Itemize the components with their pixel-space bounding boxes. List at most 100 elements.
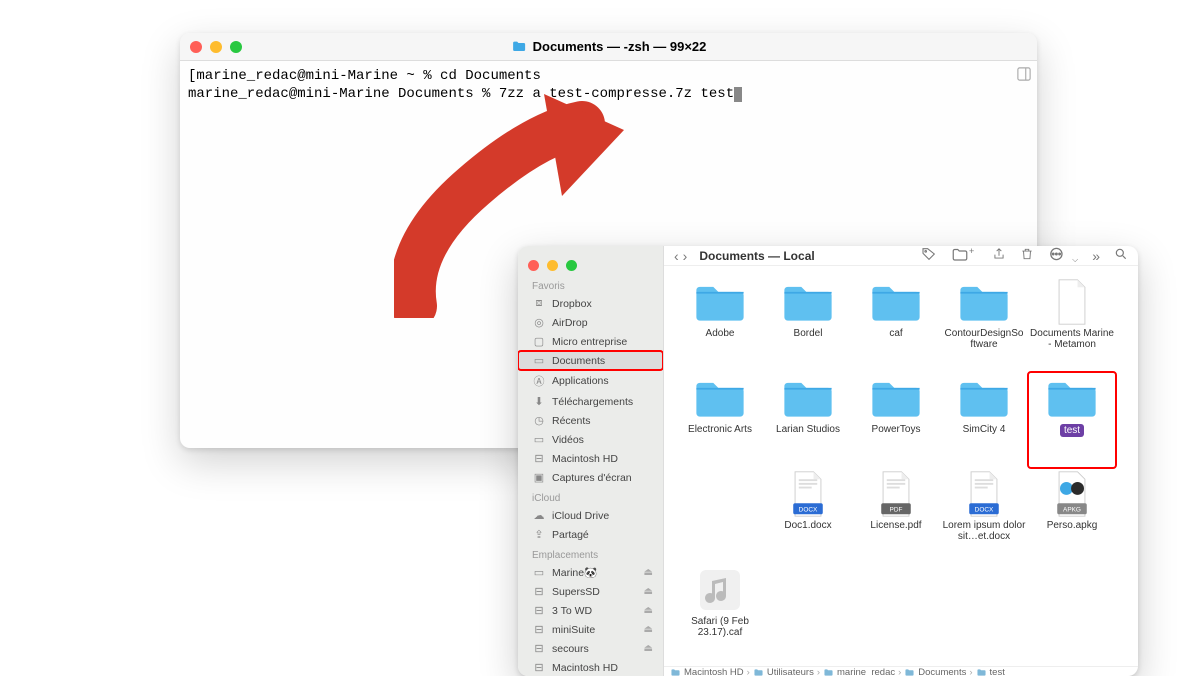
sidebar-label: 3 To WD bbox=[552, 605, 592, 617]
sidebar-item-airdrop[interactable]: ◎AirDrop bbox=[518, 313, 663, 332]
sidebar-label: Téléchargements bbox=[552, 396, 633, 408]
sidebar-item-vid-os[interactable]: ▭Vidéos bbox=[518, 430, 663, 449]
grid-item[interactable]: PDFLicense.pdf bbox=[852, 468, 940, 564]
disk-icon: ⊟ bbox=[532, 452, 546, 465]
grid-item[interactable]: SimCity 4 bbox=[940, 372, 1028, 468]
share-icon[interactable] bbox=[992, 246, 1006, 265]
sidebar-item-captures-d-cran[interactable]: ▣ Captures d'écran bbox=[518, 468, 663, 487]
docx-icon: DOCX bbox=[957, 472, 1011, 516]
grid-item[interactable]: Adobe bbox=[676, 276, 764, 372]
sidebar-label: Marine🐼 bbox=[552, 566, 597, 579]
clock-icon: ◷ bbox=[532, 414, 546, 427]
sidebar-label: Captures d'écran bbox=[552, 472, 632, 484]
maximize-icon[interactable] bbox=[566, 260, 577, 271]
folder-icon bbox=[781, 280, 835, 324]
newfolder-icon[interactable]: + bbox=[951, 246, 978, 265]
folder-icon bbox=[869, 280, 923, 324]
grid-item[interactable]: Bordel bbox=[764, 276, 852, 372]
maximize-icon[interactable] bbox=[230, 41, 242, 53]
sidebar-item-micro-entreprise[interactable]: ▢Micro entreprise bbox=[518, 332, 663, 351]
sidebar-label: Macintosh HD bbox=[552, 662, 618, 674]
eject-icon[interactable]: ⏏ bbox=[644, 605, 653, 616]
doc-icon: ▭ bbox=[532, 354, 546, 367]
panel-icon[interactable] bbox=[1017, 67, 1031, 81]
eject-icon[interactable]: ⏏ bbox=[644, 643, 653, 654]
grid-item[interactable]: Safari (9 Feb 23.17).caf bbox=[676, 564, 764, 660]
disk-icon: ⊟ bbox=[532, 642, 546, 655]
grid-item[interactable]: DOCXLorem ipsum dolor sit…et.docx bbox=[940, 468, 1028, 564]
svg-text:DOCX: DOCX bbox=[975, 507, 994, 514]
item-label: Electronic Arts bbox=[686, 424, 754, 435]
sidebar-item-partag-[interactable]: ⇪ Partagé bbox=[518, 525, 663, 544]
sidebar-label: iCloud Drive bbox=[552, 510, 609, 522]
minimize-icon[interactable] bbox=[210, 41, 222, 53]
disk-icon: ⊟ bbox=[532, 623, 546, 636]
sidebar-item-macintosh-hd[interactable]: ⊟Macintosh HD bbox=[518, 658, 663, 676]
sidebar-label: miniSuite bbox=[552, 624, 595, 636]
sidebar-item-dropbox[interactable]: ⧈Dropbox bbox=[518, 294, 663, 313]
pdf-icon: PDF bbox=[869, 472, 923, 516]
sidebar-item-applications[interactable]: ⒶApplications bbox=[518, 370, 663, 392]
dropbox-icon: ⧈ bbox=[532, 297, 546, 310]
sidebar-label: SupersSD bbox=[552, 586, 600, 598]
sidebar-item-macintosh-hd[interactable]: ⊟Macintosh HD bbox=[518, 449, 663, 468]
grid-item[interactable]: DOCXDoc1.docx bbox=[764, 468, 852, 564]
grid-item[interactable]: Electronic Arts bbox=[676, 372, 764, 468]
forward-button[interactable]: › bbox=[683, 248, 688, 264]
music-icon bbox=[693, 568, 747, 612]
grid-item[interactable]: Documents Marine - Metamon bbox=[1028, 276, 1116, 372]
more-icon[interactable]: ⌵ bbox=[1048, 246, 1078, 265]
sidebar-item-minisuite[interactable]: ⊟ miniSuite ⏏ bbox=[518, 620, 663, 639]
grid-item[interactable]: APKGPerso.apkg bbox=[1028, 468, 1116, 564]
item-label: test bbox=[1060, 424, 1084, 437]
close-icon[interactable] bbox=[528, 260, 539, 271]
eject-icon[interactable]: ⏏ bbox=[644, 567, 653, 578]
item-label: Documents Marine - Metamon bbox=[1028, 328, 1116, 350]
sidebar-item-t-l-chargements[interactable]: ⬇Téléchargements bbox=[518, 392, 663, 411]
finder-window: Favoris⧈Dropbox◎AirDrop▢Micro entreprise… bbox=[518, 246, 1138, 676]
finder-grid[interactable]: Adobe Bordel cafContourDesignSo ftwareDocu… bbox=[664, 266, 1138, 666]
sidebar-item-icloud-drive[interactable]: ☁ iCloud Drive bbox=[518, 506, 663, 525]
item-label: SimCity 4 bbox=[961, 424, 1008, 435]
sidebar-item-superssd[interactable]: ⊟SupersSD⏏ bbox=[518, 582, 663, 601]
grid-item[interactable]: test bbox=[1028, 372, 1116, 468]
terminal-titlebar[interactable]: Documents — -zsh — 99×22 bbox=[180, 33, 1037, 61]
trash-icon[interactable] bbox=[1020, 246, 1034, 265]
grid-item[interactable]: PowerToys bbox=[852, 372, 940, 468]
item-label: Bordel bbox=[792, 328, 825, 339]
sidebar-section: Favoris bbox=[518, 275, 663, 294]
sidebar-label: Applications bbox=[552, 375, 609, 387]
grid-item[interactable]: ContourDesignSo ftware bbox=[940, 276, 1028, 372]
minimize-icon[interactable] bbox=[547, 260, 558, 271]
item-label: PowerToys bbox=[870, 424, 923, 435]
back-button[interactable]: ‹ bbox=[674, 248, 679, 264]
terminal-content[interactable]: [marine_redac@mini-Marine ~ % cd Documen… bbox=[180, 61, 1037, 109]
laptop-icon: ▭ bbox=[532, 566, 546, 579]
cursor-icon bbox=[734, 87, 742, 102]
sidebar-item-r-cents[interactable]: ◷Récents bbox=[518, 411, 663, 430]
sidebar-item-documents[interactable]: ▭Documents bbox=[518, 351, 663, 370]
item-label: ContourDesignSo ftware bbox=[940, 328, 1028, 350]
camera-icon: ▣ bbox=[532, 471, 546, 484]
folder-icon bbox=[869, 376, 923, 420]
expand-icon[interactable]: » bbox=[1092, 248, 1100, 264]
eject-icon[interactable]: ⏏ bbox=[644, 586, 653, 597]
share-icon: ⇪ bbox=[532, 528, 546, 541]
svg-text:APKG: APKG bbox=[1063, 507, 1081, 514]
grid-item[interactable]: caf bbox=[852, 276, 940, 372]
sidebar-item-marine-[interactable]: ▭ Marine🐼 ⏏ bbox=[518, 563, 663, 582]
sidebar-item-secours[interactable]: ⊟secours⏏ bbox=[518, 639, 663, 658]
tag-icon[interactable] bbox=[921, 246, 937, 265]
finder-toolbar: ‹ › Documents — Local + bbox=[664, 246, 1138, 266]
close-icon[interactable] bbox=[190, 41, 202, 53]
search-icon[interactable] bbox=[1114, 247, 1128, 264]
item-label: Safari (9 Feb 23.17).caf bbox=[676, 616, 764, 638]
sidebar-item-3-to-wd[interactable]: ⊟3 To WD⏏ bbox=[518, 601, 663, 620]
folder-icon bbox=[1045, 376, 1099, 420]
grid-item[interactable]: Larian Studios bbox=[764, 372, 852, 468]
cloud-icon: ☁ bbox=[532, 509, 546, 522]
eject-icon[interactable]: ⏏ bbox=[644, 624, 653, 635]
sidebar-label: Partagé bbox=[552, 529, 589, 541]
folder-icon bbox=[957, 280, 1011, 324]
apkg-icon: APKG bbox=[1045, 472, 1099, 516]
